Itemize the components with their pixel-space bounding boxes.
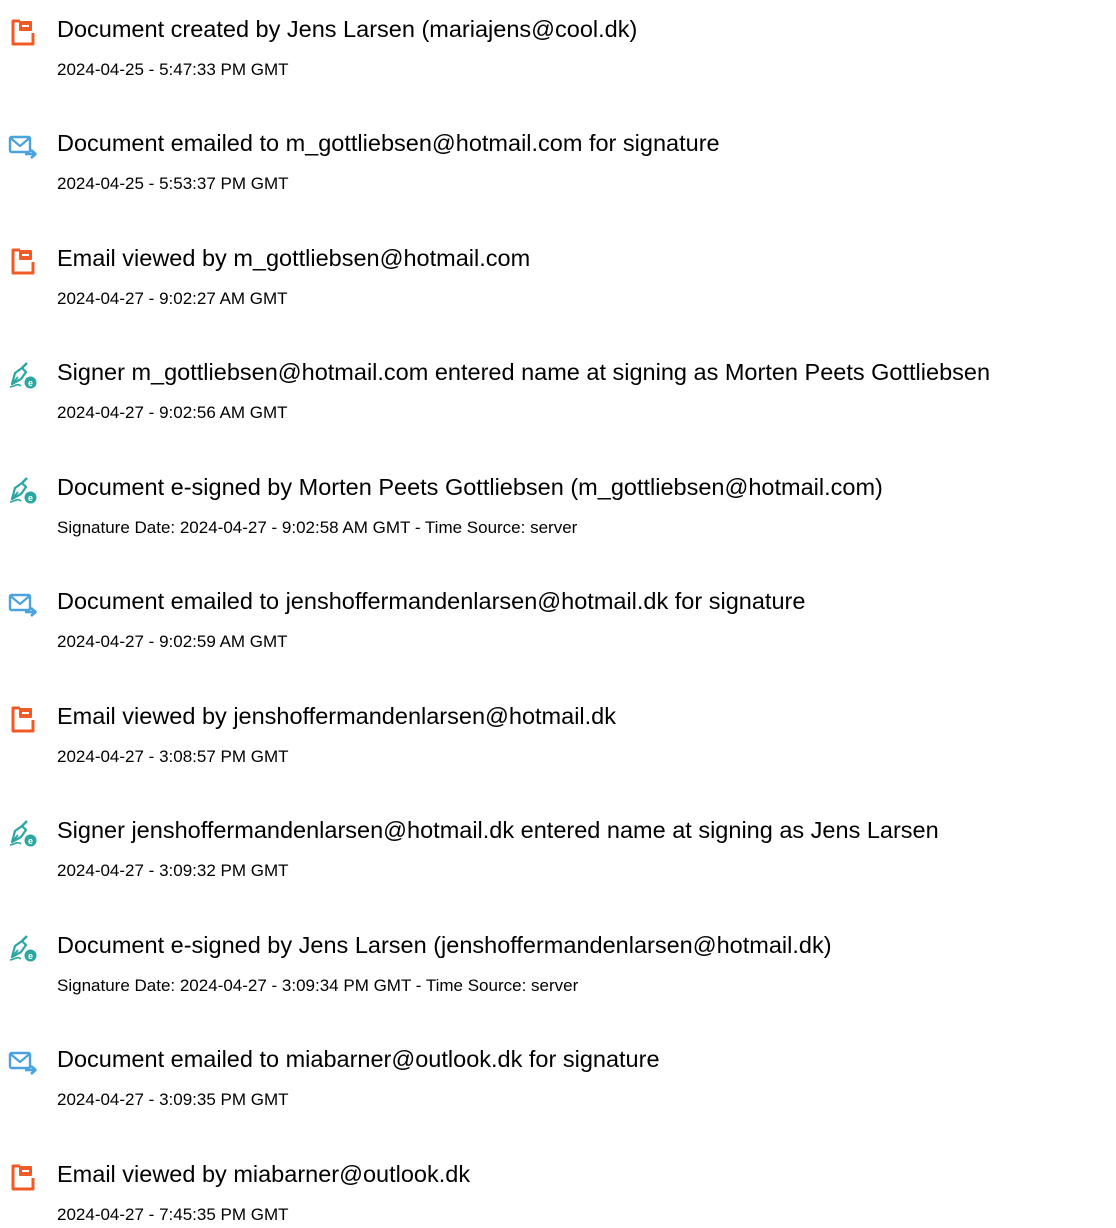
document-icon — [9, 19, 37, 47]
event-timestamp: 2024-04-27 - 9:02:59 AM GMT — [57, 632, 288, 651]
signature-icon: e — [9, 935, 37, 963]
svg-text:e: e — [28, 951, 33, 961]
event-timestamp: 2024-04-27 - 9:02:56 AM GMT — [57, 403, 288, 422]
history-event: Email viewed by jenshoffermandenlarsen@h… — [0, 700, 1116, 770]
history-event: e Signer m_gottliebsen@hotmail.com enter… — [0, 356, 1116, 426]
event-title: Document e-signed by Jens Larsen (jensho… — [57, 932, 832, 958]
history-event: e Signer jenshoffermandenlarsen@hotmail.… — [0, 814, 1116, 884]
signature-icon: e — [9, 362, 37, 390]
event-signature-date: Signature Date: 2024-04-27 - 3:09:34 PM … — [57, 976, 579, 995]
history-event: Document created by Jens Larsen (mariaje… — [0, 13, 1116, 83]
svg-text:e: e — [28, 836, 33, 846]
event-signature-date: Signature Date: 2024-04-27 - 9:02:58 AM … — [57, 518, 578, 537]
document-icon — [9, 706, 37, 734]
event-title: Document emailed to m_gottliebsen@hotmai… — [57, 130, 720, 156]
event-timestamp: 2024-04-25 - 5:47:33 PM GMT — [57, 60, 289, 79]
document-icon — [9, 248, 37, 276]
event-title: Email viewed by jenshoffermandenlarsen@h… — [57, 703, 616, 729]
email-icon — [8, 1049, 37, 1077]
event-title: Document created by Jens Larsen (mariaje… — [57, 16, 638, 42]
event-title: Document e-signed by Morten Peets Gottli… — [57, 474, 883, 500]
event-title: Signer m_gottliebsen@hotmail.com entered… — [57, 359, 991, 385]
signature-icon: e — [9, 477, 37, 505]
event-timestamp: 2024-04-27 - 3:08:57 PM GMT — [57, 747, 289, 766]
signature-icon: e — [9, 820, 37, 848]
email-icon — [8, 133, 37, 161]
event-title: Document emailed to miabarner@outlook.dk… — [57, 1046, 660, 1072]
history-event: Document emailed to jenshoffermandenlars… — [0, 585, 1116, 655]
event-timestamp: 2024-04-27 - 7:45:35 PM GMT — [57, 1205, 289, 1224]
history-event: Email viewed by miabarner@outlook.dk 202… — [0, 1158, 1116, 1228]
email-icon — [8, 591, 37, 619]
history-event: Email viewed by m_gottliebsen@hotmail.co… — [0, 242, 1116, 312]
event-title: Email viewed by miabarner@outlook.dk — [57, 1161, 471, 1187]
document-icon — [9, 1164, 37, 1192]
event-title: Signer jenshoffermandenlarsen@hotmail.dk… — [57, 817, 939, 843]
event-timestamp: 2024-04-25 - 5:53:37 PM GMT — [57, 174, 289, 193]
document-history-list: Document created by Jens Larsen (mariaje… — [0, 0, 1116, 1224]
history-event: Document emailed to m_gottliebsen@hotmai… — [0, 127, 1116, 197]
event-timestamp: 2024-04-27 - 9:02:27 AM GMT — [57, 289, 288, 308]
svg-text:e: e — [28, 493, 33, 503]
history-event: e Document e-signed by Morten Peets Gott… — [0, 471, 1116, 541]
history-event: Document emailed to miabarner@outlook.dk… — [0, 1043, 1116, 1113]
svg-text:e: e — [28, 378, 33, 388]
event-timestamp: 2024-04-27 - 3:09:35 PM GMT — [57, 1090, 289, 1109]
event-title: Email viewed by m_gottliebsen@hotmail.co… — [57, 245, 531, 271]
event-timestamp: 2024-04-27 - 3:09:32 PM GMT — [57, 861, 289, 880]
event-title: Document emailed to jenshoffermandenlars… — [57, 588, 806, 614]
history-event: e Document e-signed by Jens Larsen (jens… — [0, 929, 1116, 999]
